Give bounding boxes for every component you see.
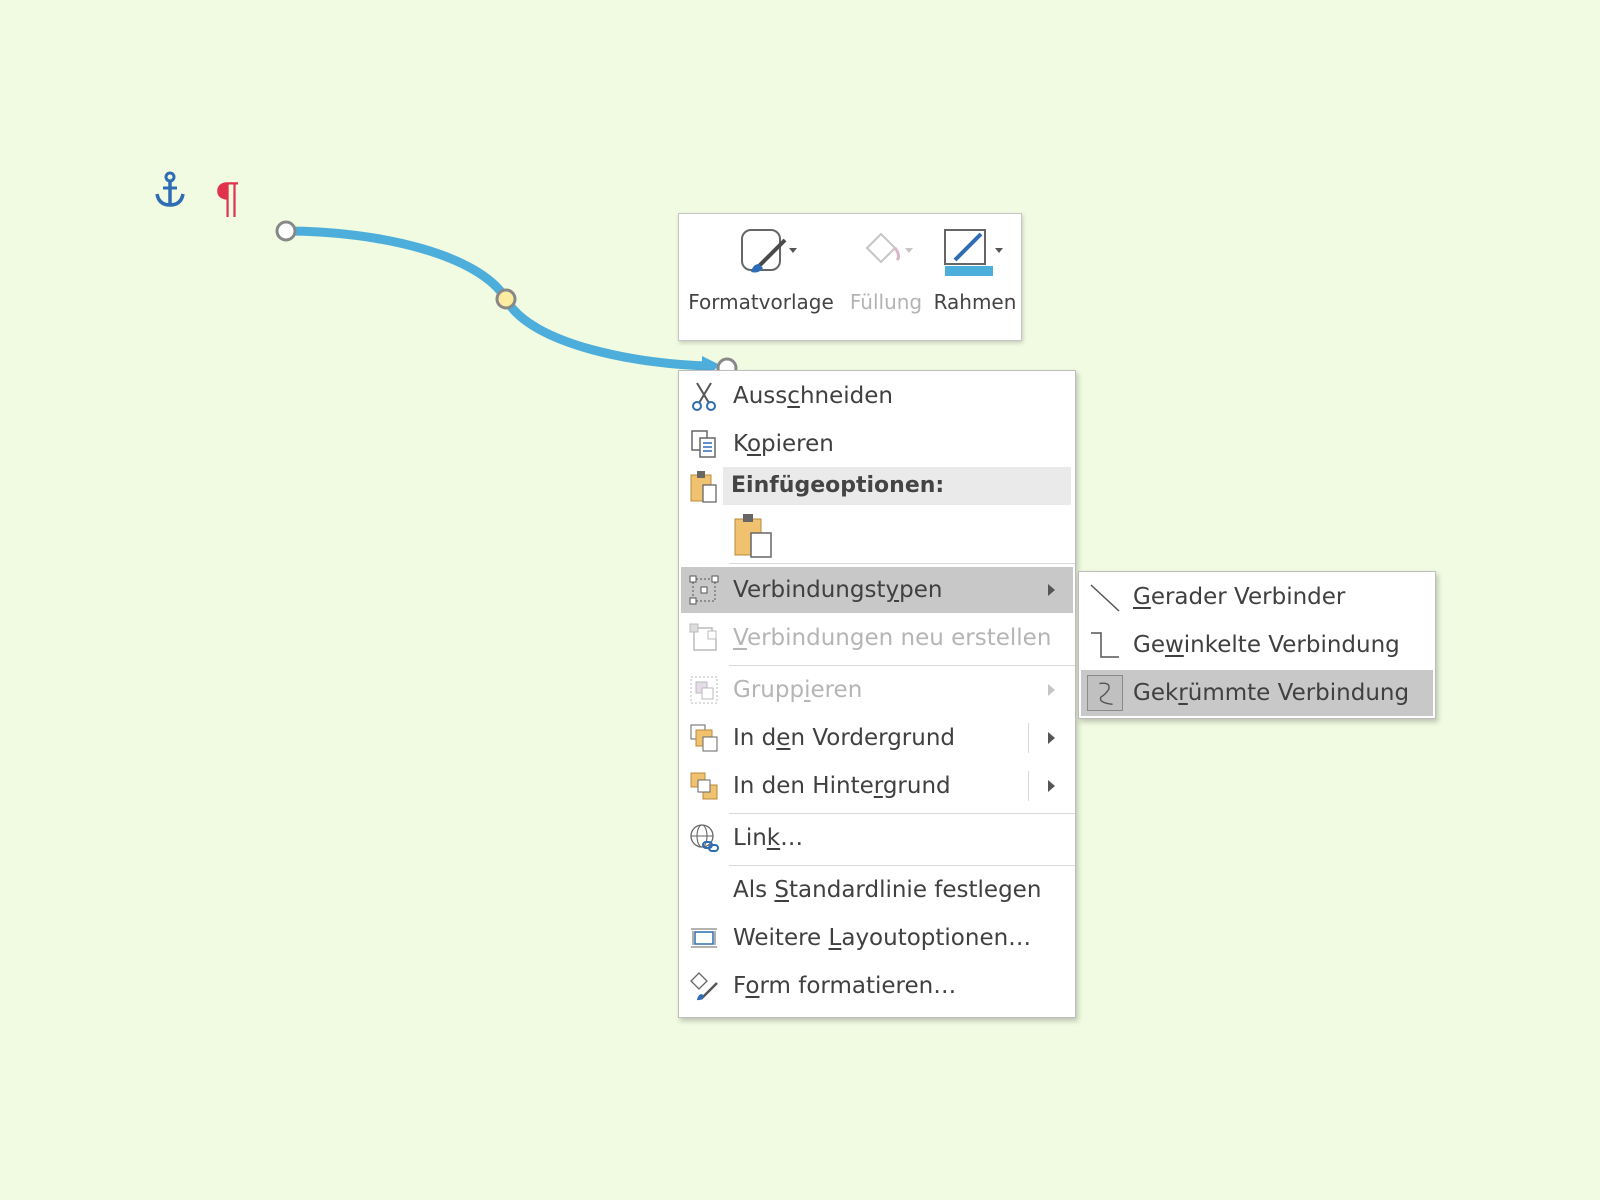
paste-options-label: Einfügeoptionen: <box>731 473 945 498</box>
menu-item-send-to-back[interactable]: In den Hintergrund <box>681 763 1073 809</box>
submenu-arrow-icon <box>1048 584 1055 596</box>
reroute-connectors-icon <box>689 623 719 653</box>
menu-label: Gruppieren <box>733 677 863 703</box>
fill-label: Füllung <box>849 290 923 314</box>
layout-options-icon <box>689 923 719 953</box>
submenu-label: Gewinkelte Verbindung <box>1133 632 1400 658</box>
anchor-icon <box>150 168 190 212</box>
menu-item-more-layout-options[interactable]: Weitere Layoutoptionen… <box>681 915 1073 961</box>
context-menu: Ausschneiden Kopieren Einfügeoptionen: V… <box>678 370 1076 1018</box>
outline-pen-icon <box>929 226 1021 276</box>
menu-label: Kopieren <box>733 431 834 457</box>
menu-item-connector-types[interactable]: Verbindungstypen <box>681 567 1073 613</box>
menu-label: In den Vordergrund <box>733 725 956 751</box>
menu-label: Verbindungen neu erstellen <box>733 625 1052 651</box>
connector-adjust-handle[interactable] <box>495 288 517 310</box>
connector-types-icon <box>689 575 719 605</box>
menu-separator <box>729 813 1075 814</box>
clipboard-icon <box>689 469 719 503</box>
bring-to-front-icon <box>689 723 719 753</box>
pilcrow-mark: ¶ <box>214 174 241 223</box>
menu-item-cut[interactable]: Ausschneiden <box>681 373 1073 419</box>
menu-item-format-shape[interactable]: Form formatieren… <box>681 963 1073 1009</box>
elbow-connector-icon <box>1087 627 1123 663</box>
link-icon <box>689 823 719 853</box>
fill-button[interactable]: Füllung <box>843 214 929 340</box>
submenu-label: Gerader Verbinder <box>1133 584 1346 610</box>
menu-label: Als Standardlinie festlegen <box>733 877 1042 903</box>
submenu-label: Gekrümmte Verbindung <box>1133 680 1410 706</box>
menu-item-group[interactable]: Gruppieren <box>681 667 1073 713</box>
menu-separator <box>729 865 1075 866</box>
menu-separator <box>729 563 1075 564</box>
outline-label: Rahmen <box>933 290 1017 314</box>
scissors-icon <box>689 381 719 411</box>
menu-item-link[interactable]: Link… <box>681 815 1073 861</box>
straight-connector-icon <box>1087 579 1123 615</box>
paste-options-header: Einfügeoptionen: <box>723 467 1071 505</box>
menu-label: Form formatieren… <box>733 973 957 999</box>
menu-separator <box>729 665 1075 666</box>
copy-icon <box>689 429 719 459</box>
style-button[interactable]: Formatvorlage <box>679 214 843 340</box>
style-label: Formatvorlage <box>688 290 834 314</box>
mini-toolbar: Formatvorlage Füllung Rahmen <box>678 213 1022 341</box>
submenu-arrow-icon[interactable] <box>1048 732 1055 744</box>
submenu-item-curved-connector[interactable]: Gekrümmte Verbindung <box>1081 670 1433 716</box>
menu-item-bring-to-front[interactable]: In den Vordergrund <box>681 715 1073 761</box>
send-to-back-icon <box>689 771 719 801</box>
submenu-item-elbow-connector[interactable]: Gewinkelte Verbindung <box>1081 622 1433 668</box>
menu-item-set-default-line[interactable]: Als Standardlinie festlegen <box>681 867 1073 913</box>
format-shape-icon <box>689 971 719 1001</box>
menu-item-copy[interactable]: Kopieren <box>681 421 1073 467</box>
connector-start-handle[interactable] <box>275 220 297 242</box>
menu-label: Verbindungstypen <box>733 577 943 603</box>
menu-label: Weitere Layoutoptionen… <box>733 925 1032 951</box>
outline-button[interactable]: Rahmen <box>929 214 1021 340</box>
split-divider <box>1028 723 1029 753</box>
connector-types-submenu: Gerader Verbinder Gewinkelte Verbindung … <box>1078 571 1436 719</box>
menu-item-reroute-connectors[interactable]: Verbindungen neu erstellen <box>681 615 1073 661</box>
paste-keep-formatting-button[interactable] <box>731 511 777 559</box>
split-divider <box>1028 771 1029 801</box>
group-icon <box>689 675 719 705</box>
fill-bucket-icon <box>843 226 929 276</box>
menu-label: Ausschneiden <box>733 383 893 409</box>
submenu-item-straight-connector[interactable]: Gerader Verbinder <box>1081 574 1433 620</box>
menu-label: Link… <box>733 825 804 851</box>
paste-keep-formatting-icon <box>734 514 772 558</box>
submenu-arrow-icon[interactable] <box>1048 780 1055 792</box>
shape-style-icon <box>679 226 843 276</box>
menu-label: In den Hintergrund <box>733 773 951 799</box>
curved-connector-icon <box>1087 675 1123 711</box>
submenu-arrow-icon <box>1048 684 1055 696</box>
